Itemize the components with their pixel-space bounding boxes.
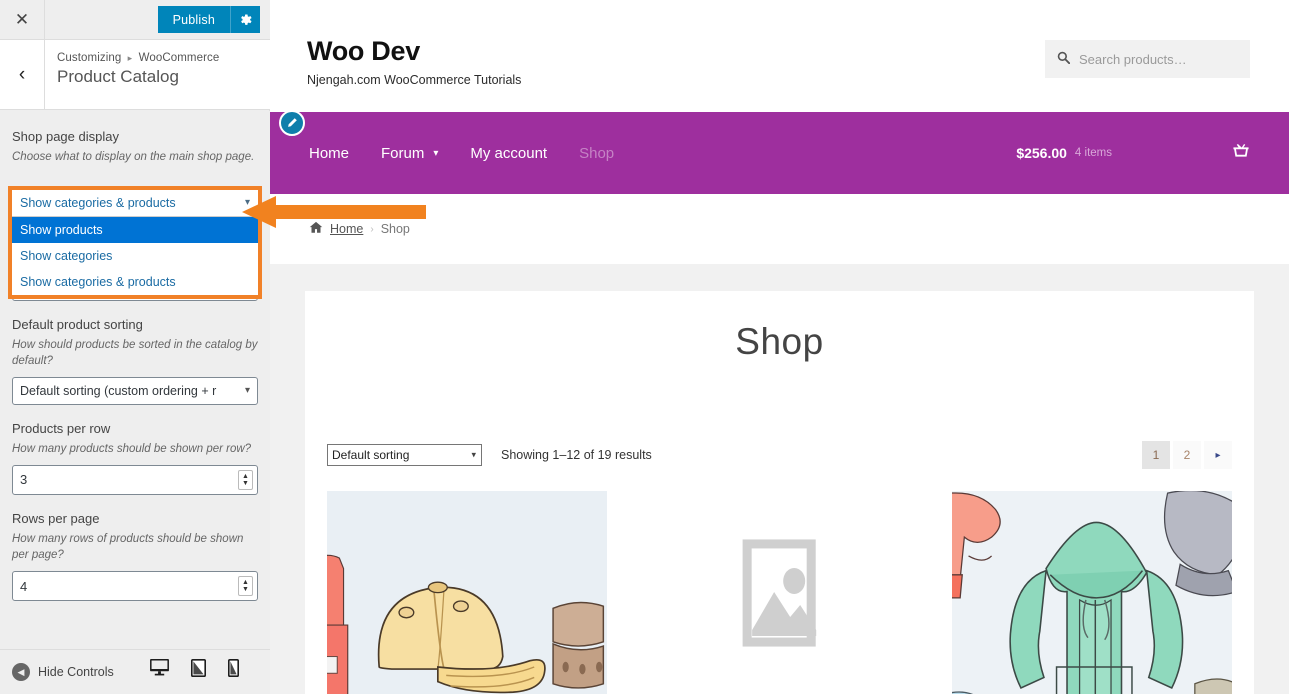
search-icon bbox=[1057, 51, 1071, 67]
page-title: Shop bbox=[735, 321, 824, 362]
control-label: Default product sorting bbox=[12, 316, 143, 332]
pagination: 1 2 ▸ bbox=[1142, 441, 1232, 469]
nav-item-label: Forum bbox=[381, 144, 425, 162]
chevron-down-icon: ▾ bbox=[433, 147, 439, 159]
stepper-up-icon[interactable]: ▲ bbox=[242, 473, 249, 480]
panel-titles: Customizing ▸ WooCommerce Product Catalo… bbox=[45, 40, 219, 109]
search-input-placeholder[interactable]: Search products… bbox=[1079, 52, 1187, 67]
nav-items: Home Forum ▾ My account Shop bbox=[309, 145, 614, 162]
product-item[interactable] bbox=[951, 491, 1232, 694]
product-thumb-placeholder[interactable] bbox=[639, 491, 920, 694]
product-item[interactable] bbox=[639, 491, 920, 694]
rows-per-page-stepper[interactable]: ▲ ▼ bbox=[238, 576, 253, 597]
customizer-panel-header: ‹ Customizing ▸ WooCommerce Product Cata… bbox=[0, 40, 270, 110]
page-title: Product Catalog bbox=[57, 67, 179, 86]
control-description: How should products be sorted in the cat… bbox=[12, 338, 258, 368]
option-show-products[interactable]: Show products bbox=[12, 217, 258, 243]
orange-callout-arrow bbox=[242, 196, 426, 228]
pagination-next-icon[interactable]: ▸ bbox=[1204, 441, 1232, 469]
control-label: Products per row bbox=[12, 421, 111, 437]
stepper-up-icon[interactable]: ▲ bbox=[242, 579, 249, 586]
tablet-icon[interactable] bbox=[190, 658, 206, 686]
stepper-down-icon[interactable]: ▼ bbox=[242, 480, 249, 487]
control-label: Shop page display bbox=[12, 129, 119, 144]
product-item[interactable] bbox=[327, 491, 608, 694]
nav-item-forum[interactable]: Forum ▾ bbox=[381, 145, 438, 162]
shop-page-display-open-dropdown[interactable]: Show categories & products ▾ Show produc… bbox=[8, 186, 262, 299]
pagination-page-1[interactable]: 1 bbox=[1142, 441, 1170, 469]
nav-item-label: My account bbox=[470, 144, 548, 162]
customizer-sidebar: ✕ Publish ‹ Customizing ▸ WooCommerce Pr… bbox=[0, 0, 270, 694]
default-sorting-select-wrap: Default sorting (custom ordering + r ▾ bbox=[12, 377, 258, 406]
mobile-icon[interactable] bbox=[227, 658, 239, 686]
collapse-arrow-icon: ◀ bbox=[12, 663, 30, 681]
nav-item-shop[interactable]: Shop bbox=[579, 145, 614, 162]
breadcrumb-section[interactable]: WooCommerce bbox=[139, 52, 220, 64]
control-description: How many rows of products should be show… bbox=[12, 532, 244, 562]
shop-page-display-select[interactable]: Show categories & products ▾ bbox=[12, 190, 258, 217]
control-default-product-sorting: Default product sorting How should produ… bbox=[12, 316, 258, 406]
customizer-topbar: ✕ Publish bbox=[0, 0, 270, 40]
gear-icon[interactable] bbox=[230, 6, 260, 33]
option-show-categories[interactable]: Show categories bbox=[12, 243, 258, 269]
product-thumb-hoodie[interactable] bbox=[951, 491, 1232, 694]
product-grid bbox=[317, 469, 1242, 694]
desktop-icon[interactable] bbox=[149, 659, 169, 685]
publish-button[interactable]: Publish bbox=[157, 6, 230, 33]
customizer-footer: ◀ Hide Controls bbox=[0, 649, 270, 694]
nav-item-label: Shop bbox=[579, 144, 615, 162]
pagination-page-2[interactable]: 2 bbox=[1173, 441, 1201, 469]
cart-summary[interactable]: $256.00 4 items bbox=[1016, 142, 1250, 165]
shop-content-card: Shop Default sorting ▾ Showing 1–12 of 1… bbox=[305, 291, 1254, 694]
site-preview: Woo Dev Njengah.com WooCommerce Tutorial… bbox=[270, 0, 1289, 694]
shop-page-display-option-list: Show products Show categories Show categ… bbox=[12, 217, 258, 295]
shopping-basket-icon[interactable] bbox=[1232, 142, 1250, 165]
chevron-left-icon[interactable]: ‹ bbox=[0, 40, 45, 109]
stepper-down-icon[interactable]: ▼ bbox=[242, 586, 249, 593]
site-title[interactable]: Woo Dev bbox=[307, 36, 521, 67]
catalog-ordering-wrap: Default sorting ▾ bbox=[327, 444, 482, 466]
breadcrumb: Customizing ▸ WooCommerce bbox=[57, 52, 219, 64]
shop-toolbar: Default sorting ▾ Showing 1–12 of 19 res… bbox=[317, 441, 1242, 469]
breadcrumb-separator-icon: ▸ bbox=[127, 53, 133, 63]
nav-item-label: Home bbox=[309, 144, 350, 162]
rows-per-page-wrap: ▲ ▼ bbox=[12, 571, 258, 602]
device-preview-switcher bbox=[149, 658, 239, 686]
option-show-categories-and-products[interactable]: Show categories & products bbox=[12, 269, 258, 295]
hide-controls-label: Hide Controls bbox=[38, 665, 114, 679]
shop-page-display-selected-value: Show categories & products bbox=[20, 196, 176, 210]
site-header: Woo Dev Njengah.com WooCommerce Tutorial… bbox=[270, 0, 1289, 112]
catalog-ordering-select[interactable]: Default sorting bbox=[327, 444, 482, 466]
default-sorting-select[interactable]: Default sorting (custom ordering + r bbox=[12, 377, 258, 406]
nav-item-my-account[interactable]: My account bbox=[470, 145, 547, 162]
close-icon[interactable]: ✕ bbox=[0, 0, 45, 39]
rows-per-page-input[interactable] bbox=[12, 571, 258, 602]
nav-item-home[interactable]: Home bbox=[309, 145, 349, 162]
product-thumb-cap[interactable] bbox=[327, 491, 608, 694]
control-products-per-row: Products per row How many products shoul… bbox=[12, 421, 258, 495]
control-label: Rows per page bbox=[12, 510, 100, 526]
control-description: Choose what to display on the main shop … bbox=[12, 151, 255, 163]
cart-item-count: 4 items bbox=[1074, 147, 1112, 159]
primary-navigation: Home Forum ▾ My account Shop $256.00 4 i… bbox=[270, 110, 1289, 194]
breadcrumb-root[interactable]: Customizing bbox=[57, 52, 121, 64]
cart-amount: $256.00 bbox=[1016, 145, 1067, 161]
site-tagline: Njengah.com WooCommerce Tutorials bbox=[307, 73, 522, 87]
hide-controls-button[interactable]: ◀ Hide Controls bbox=[12, 663, 114, 681]
products-per-row-wrap: ▲ ▼ bbox=[12, 464, 258, 495]
products-per-row-input[interactable] bbox=[12, 464, 258, 495]
shop-page-wrapper: Shop Default sorting ▾ Showing 1–12 of 1… bbox=[270, 264, 1289, 694]
edit-pencil-icon[interactable] bbox=[279, 110, 305, 136]
control-description: How many products should be shown per ro… bbox=[12, 443, 252, 456]
site-branding: Woo Dev Njengah.com WooCommerce Tutorial… bbox=[307, 36, 521, 87]
result-count: Showing 1–12 of 19 results bbox=[501, 448, 652, 462]
publish-group: Publish bbox=[157, 6, 260, 33]
products-per-row-stepper[interactable]: ▲ ▼ bbox=[238, 469, 253, 490]
control-rows-per-page: Rows per page How many rows of products … bbox=[12, 510, 258, 602]
product-search-box[interactable]: Search products… bbox=[1045, 40, 1250, 78]
